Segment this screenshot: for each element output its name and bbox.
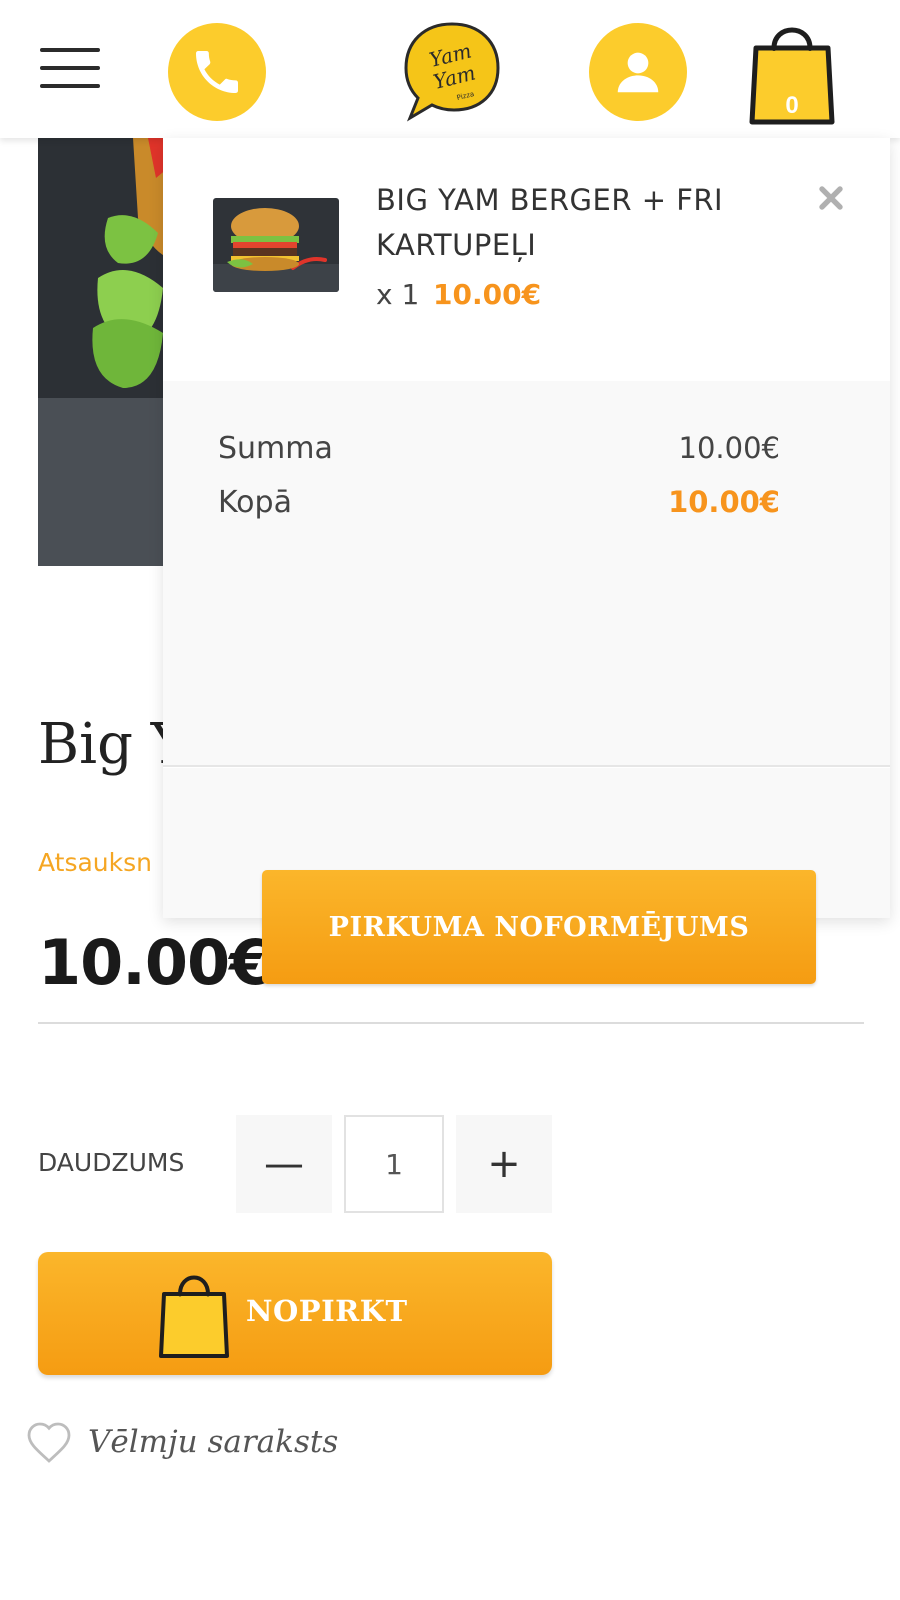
quantity-input[interactable] — [344, 1115, 444, 1213]
buy-button[interactable]: NOPIRKT — [38, 1252, 552, 1375]
hamburger-menu-icon[interactable] — [40, 44, 102, 92]
phone-icon — [196, 51, 238, 93]
product-price: 10.00€ — [38, 926, 272, 999]
cart-button[interactable]: 0 — [746, 14, 842, 132]
subtotal-label: Summa — [218, 431, 333, 466]
site-header: Yam Yam Pizza 0 — [0, 0, 900, 138]
total-label: Kopā — [218, 485, 292, 520]
logo-mark: Yam Yam Pizza — [404, 22, 500, 122]
remove-item-button[interactable] — [813, 180, 849, 216]
product-title: Big Y — [38, 712, 168, 777]
wishlist-label: Vēlmju saraksts — [88, 1424, 339, 1460]
shopping-bag-icon — [159, 1275, 229, 1358]
user-icon — [617, 52, 659, 93]
cart-item: BIG YAM BERGER + FRI KARTUPEĻI x 1 10.00… — [163, 138, 890, 381]
product-image — [38, 138, 168, 566]
cart-item-price: 10.00€ — [433, 278, 542, 311]
quantity-increase-button[interactable]: + — [456, 1115, 552, 1213]
subtotal-value: 10.00€ — [678, 431, 780, 465]
totals-divider — [163, 765, 890, 767]
cart-footer: PIRKUMA NOFORMĒJUMS — [163, 768, 890, 984]
reviews-link[interactable]: Atsauksn — [38, 848, 168, 877]
burger-thumbnail-image — [213, 198, 339, 292]
quantity-decrease-button[interactable]: — — [236, 1115, 332, 1213]
total-value: 10.00€ — [668, 485, 780, 519]
wishlist-link[interactable]: Vēlmju saraksts — [24, 1414, 338, 1470]
account-button[interactable] — [589, 23, 687, 121]
burger-photo — [38, 138, 168, 566]
cart-item-quantity: x 1 — [376, 278, 420, 311]
cart-count-badge: 0 — [785, 92, 799, 119]
yam-yam-logo[interactable]: Yam Yam Pizza — [396, 18, 508, 126]
phone-button[interactable] — [168, 23, 266, 121]
cart-item-thumbnail[interactable] — [213, 198, 339, 292]
close-icon — [819, 186, 843, 210]
buy-button-label: NOPIRKT — [246, 1294, 408, 1328]
cart-totals: Summa 10.00€ Kopā 10.00€ — [163, 381, 890, 767]
heart-icon — [27, 1422, 71, 1463]
quantity-label: DAUDZUMS — [38, 1148, 185, 1177]
mini-cart-dropdown: BIG YAM BERGER + FRI KARTUPEĻI x 1 10.00… — [163, 138, 890, 984]
cart-item-name[interactable]: BIG YAM BERGER + FRI KARTUPEĻI — [376, 178, 756, 268]
price-divider — [38, 1022, 864, 1024]
checkout-button[interactable]: PIRKUMA NOFORMĒJUMS — [262, 870, 816, 984]
